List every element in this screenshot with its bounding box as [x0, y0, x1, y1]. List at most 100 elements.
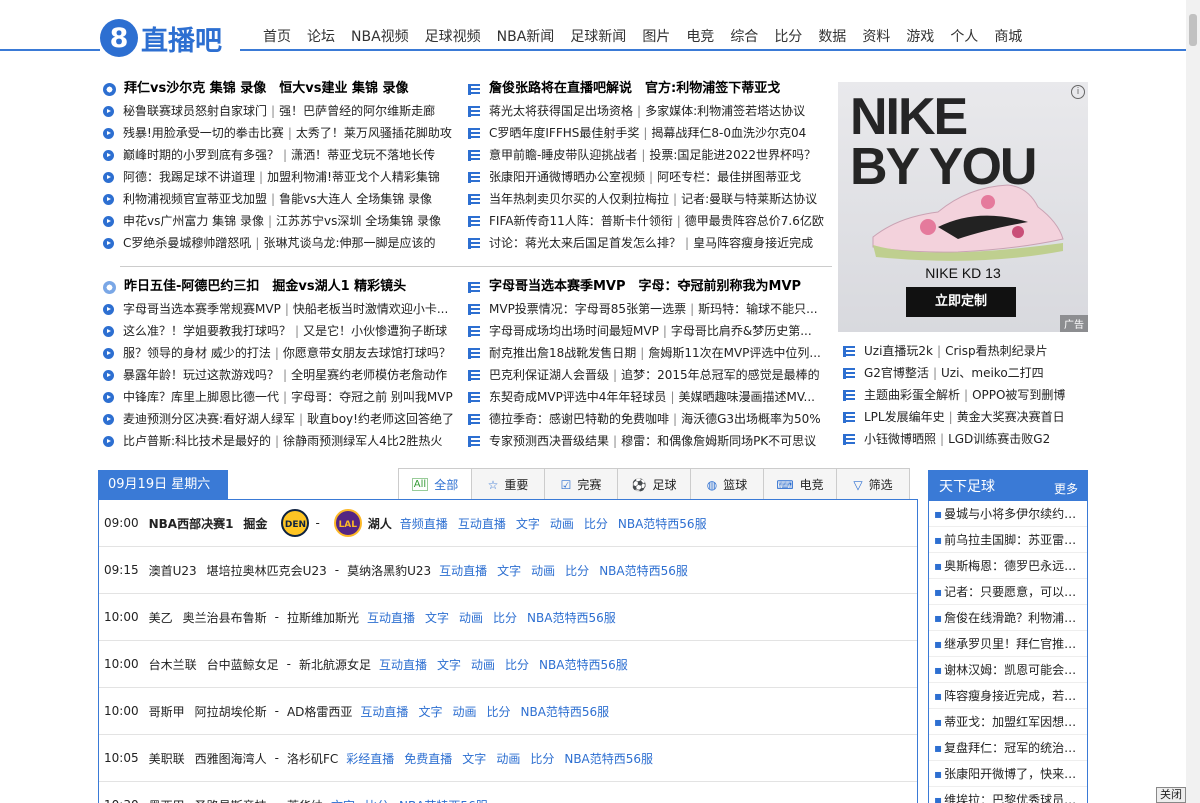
- headline[interactable]: 詹俊张路将在直播吧解说 官方:利物浦签下蒂亚戈: [468, 78, 828, 100]
- nav-link[interactable]: NBA新闻: [497, 26, 555, 46]
- scrollbar-thumb[interactable]: [1189, 14, 1197, 46]
- list-item[interactable]: 谢林汉姆：凯恩可能会在...: [929, 657, 1087, 683]
- broadcast-link[interactable]: 文字: [437, 656, 461, 673]
- news-link[interactable]: 专家预测西决晋级结果: [489, 430, 609, 452]
- broadcast-link[interactable]: NBA范特西56服: [520, 703, 609, 720]
- news-link[interactable]: Uzi直播玩2k: [864, 340, 933, 362]
- list-item[interactable]: 继承罗贝里！拜仁官推发...: [929, 631, 1087, 657]
- headline[interactable]: 昨日五佳-阿德巴约三扣 掘金vs湖人1 精彩镜头: [103, 276, 453, 298]
- broadcast-link[interactable]: 比分: [565, 562, 589, 579]
- broadcast-link[interactable]: 彩经直播: [346, 750, 394, 767]
- broadcast-link[interactable]: 比分: [365, 797, 389, 803]
- nav-link[interactable]: 资料: [862, 26, 890, 46]
- news-link[interactable]: MVP投票情况：字母哥85张第一选票: [489, 298, 686, 320]
- list-item[interactable]: 前乌拉圭国脚：苏亚雷斯...: [929, 527, 1087, 553]
- news-link[interactable]: 张琳芃谈乌龙:伸那一脚是应该的: [263, 232, 435, 254]
- news-link[interactable]: Crisp看热刺纪录片: [945, 340, 1048, 362]
- list-item[interactable]: 曼城与小将多伊尔续约至...: [929, 501, 1087, 527]
- list-item[interactable]: 记者：只要愿意，可以派...: [929, 579, 1087, 605]
- news-link[interactable]: 记者:曼联与特莱斯达协议: [681, 188, 817, 210]
- news-link[interactable]: 皇马阵容瘦身接近完成: [693, 232, 813, 254]
- news-link[interactable]: 揭幕战拜仁8-0血洗沙尔克04: [651, 122, 806, 144]
- news-link[interactable]: LPL发展编年史: [864, 406, 945, 428]
- news-link[interactable]: 这么准？！学姐要教我打球吗？: [123, 320, 291, 342]
- news-link[interactable]: 你愿意带女朋友去球馆打球吗？: [283, 342, 451, 364]
- list-item[interactable]: 张康阳开微博了，快来看...: [929, 761, 1087, 787]
- broadcast-link[interactable]: 免费直播: [404, 750, 452, 767]
- news-link[interactable]: 比卢普斯:科比技术是最好的: [123, 430, 271, 452]
- news-link[interactable]: 阿德：我踢足球不讲道理: [123, 166, 255, 188]
- broadcast-link[interactable]: 文字: [418, 703, 442, 720]
- broadcast-link[interactable]: 互动直播: [458, 515, 506, 532]
- news-link[interactable]: 麦迪预测分区决赛:看好湖人绿军: [123, 408, 295, 430]
- news-link[interactable]: 主题曲彩蛋全解析: [864, 384, 960, 406]
- nav-link[interactable]: 图片: [642, 26, 670, 46]
- news-link[interactable]: 全明星赛约老师模仿老詹动作: [291, 364, 447, 386]
- list-item[interactable]: 詹俊在线滑跪？利物浦接...: [929, 605, 1087, 631]
- nav-link[interactable]: 综合: [730, 26, 758, 46]
- news-link[interactable]: 投票:国足能进2022世界杯吗？: [649, 144, 816, 166]
- nav-link[interactable]: 足球新闻: [570, 26, 626, 46]
- info-icon[interactable]: i: [1071, 85, 1085, 99]
- tab-3[interactable]: ⚽ 足球: [617, 468, 691, 500]
- broadcast-link[interactable]: 动画: [452, 703, 476, 720]
- broadcast-link[interactable]: 互动直播: [379, 656, 427, 673]
- broadcast-link[interactable]: 比分: [530, 750, 554, 767]
- news-link[interactable]: 残暴!用脸承受一切的拳击比赛: [123, 122, 284, 144]
- news-link[interactable]: 多家媒体:利物浦签若塔达协议: [645, 100, 805, 122]
- news-link[interactable]: 秘鲁联赛球员怒射自家球门: [123, 100, 267, 122]
- news-link[interactable]: 斯玛特：输球不能只...: [698, 298, 817, 320]
- news-link[interactable]: 德拉季奇：感谢巴特勒的免费咖啡: [489, 408, 669, 430]
- news-link[interactable]: 中锋库？库里上脚恩比德一代: [123, 386, 279, 408]
- headline-link[interactable]: 拜仁vs沙尔克 集锦 录像 恒大vs建业 集锦 录像: [124, 78, 409, 100]
- broadcast-link[interactable]: NBA范特西56服: [539, 656, 628, 673]
- tab-6[interactable]: ▽ 筛选: [836, 468, 910, 500]
- news-link[interactable]: 申花vs广州富力 集锦 录像: [123, 210, 264, 232]
- broadcast-link[interactable]: 动画: [531, 562, 555, 579]
- headline-link[interactable]: 昨日五佳-阿德巴约三扣 掘金vs湖人1 精彩镜头: [124, 276, 406, 298]
- news-link[interactable]: 字母哥当选本赛季常规赛MVP: [123, 298, 281, 320]
- tab-5[interactable]: ⌨ 电竞: [763, 468, 837, 500]
- list-item[interactable]: 维埃拉：巴黎优秀球员不...: [929, 787, 1087, 803]
- news-link[interactable]: 小钰微博晒照: [864, 428, 936, 450]
- broadcast-link[interactable]: NBA范特西56服: [564, 750, 653, 767]
- nav-link[interactable]: 数据: [818, 26, 846, 46]
- news-link[interactable]: 詹姆斯11次在MVP评选中位列...: [648, 342, 821, 364]
- broadcast-link[interactable]: 文字: [425, 609, 449, 626]
- news-link[interactable]: 阿呸专栏：最佳拼图蒂亚戈: [657, 166, 801, 188]
- broadcast-link[interactable]: 文字: [516, 515, 540, 532]
- news-link[interactable]: 鲁能vs大连人 全场集锦 录像: [279, 188, 432, 210]
- nav-link[interactable]: 游戏: [906, 26, 934, 46]
- broadcast-link[interactable]: 动画: [550, 515, 574, 532]
- broadcast-link[interactable]: 互动直播: [367, 609, 415, 626]
- news-link[interactable]: 巅峰时期的小罗到底有多强？: [123, 144, 279, 166]
- broadcast-link[interactable]: 动画: [459, 609, 483, 626]
- nav-link[interactable]: 个人: [950, 26, 978, 46]
- tab-1[interactable]: ☆ 重要: [471, 468, 545, 500]
- news-link[interactable]: G2官博整活: [864, 362, 929, 384]
- broadcast-link[interactable]: 互动直播: [360, 703, 408, 720]
- news-link[interactable]: 服？领导的身材 威少的打法: [123, 342, 271, 364]
- news-link[interactable]: OPPO被写到删博: [972, 384, 1065, 406]
- headline-link[interactable]: 詹俊张路将在直播吧解说 官方:利物浦签下蒂亚戈: [489, 78, 780, 100]
- broadcast-link[interactable]: 文字: [462, 750, 486, 767]
- news-link[interactable]: 字母哥：夺冠之前 别叫我MVP: [291, 386, 453, 408]
- nav-link[interactable]: 足球视频: [425, 26, 481, 46]
- broadcast-link[interactable]: 比分: [505, 656, 529, 673]
- headline[interactable]: 拜仁vs沙尔克 集锦 录像 恒大vs建业 集锦 录像: [103, 78, 453, 100]
- broadcast-link[interactable]: 文字: [497, 562, 521, 579]
- broadcast-link[interactable]: 比分: [486, 703, 510, 720]
- news-link[interactable]: 徐静雨预测绿军人4比2胜热火: [283, 430, 442, 452]
- broadcast-link[interactable]: 比分: [493, 609, 517, 626]
- list-item[interactable]: 奥斯梅恩：德罗巴永远是...: [929, 553, 1087, 579]
- news-link[interactable]: 加盟利物浦!蒂亚戈个人精彩集锦: [267, 166, 440, 188]
- page-scrollbar[interactable]: [1186, 0, 1200, 803]
- list-item[interactable]: 阵容瘦身接近完成，若贝...: [929, 683, 1087, 709]
- news-link[interactable]: 德甲最贵阵容总价7.6亿欧: [685, 210, 824, 232]
- news-link[interactable]: 蒋光太将获得国足出场资格: [489, 100, 633, 122]
- news-link[interactable]: 耐克推出詹18战靴发售日期: [489, 342, 636, 364]
- news-link[interactable]: Uzi、meiko二打四: [941, 362, 1044, 384]
- news-link[interactable]: 暴露年龄！玩过这款游戏吗？: [123, 364, 279, 386]
- nav-link[interactable]: 首页: [263, 26, 291, 46]
- tab-0[interactable]: All 全部: [398, 468, 472, 500]
